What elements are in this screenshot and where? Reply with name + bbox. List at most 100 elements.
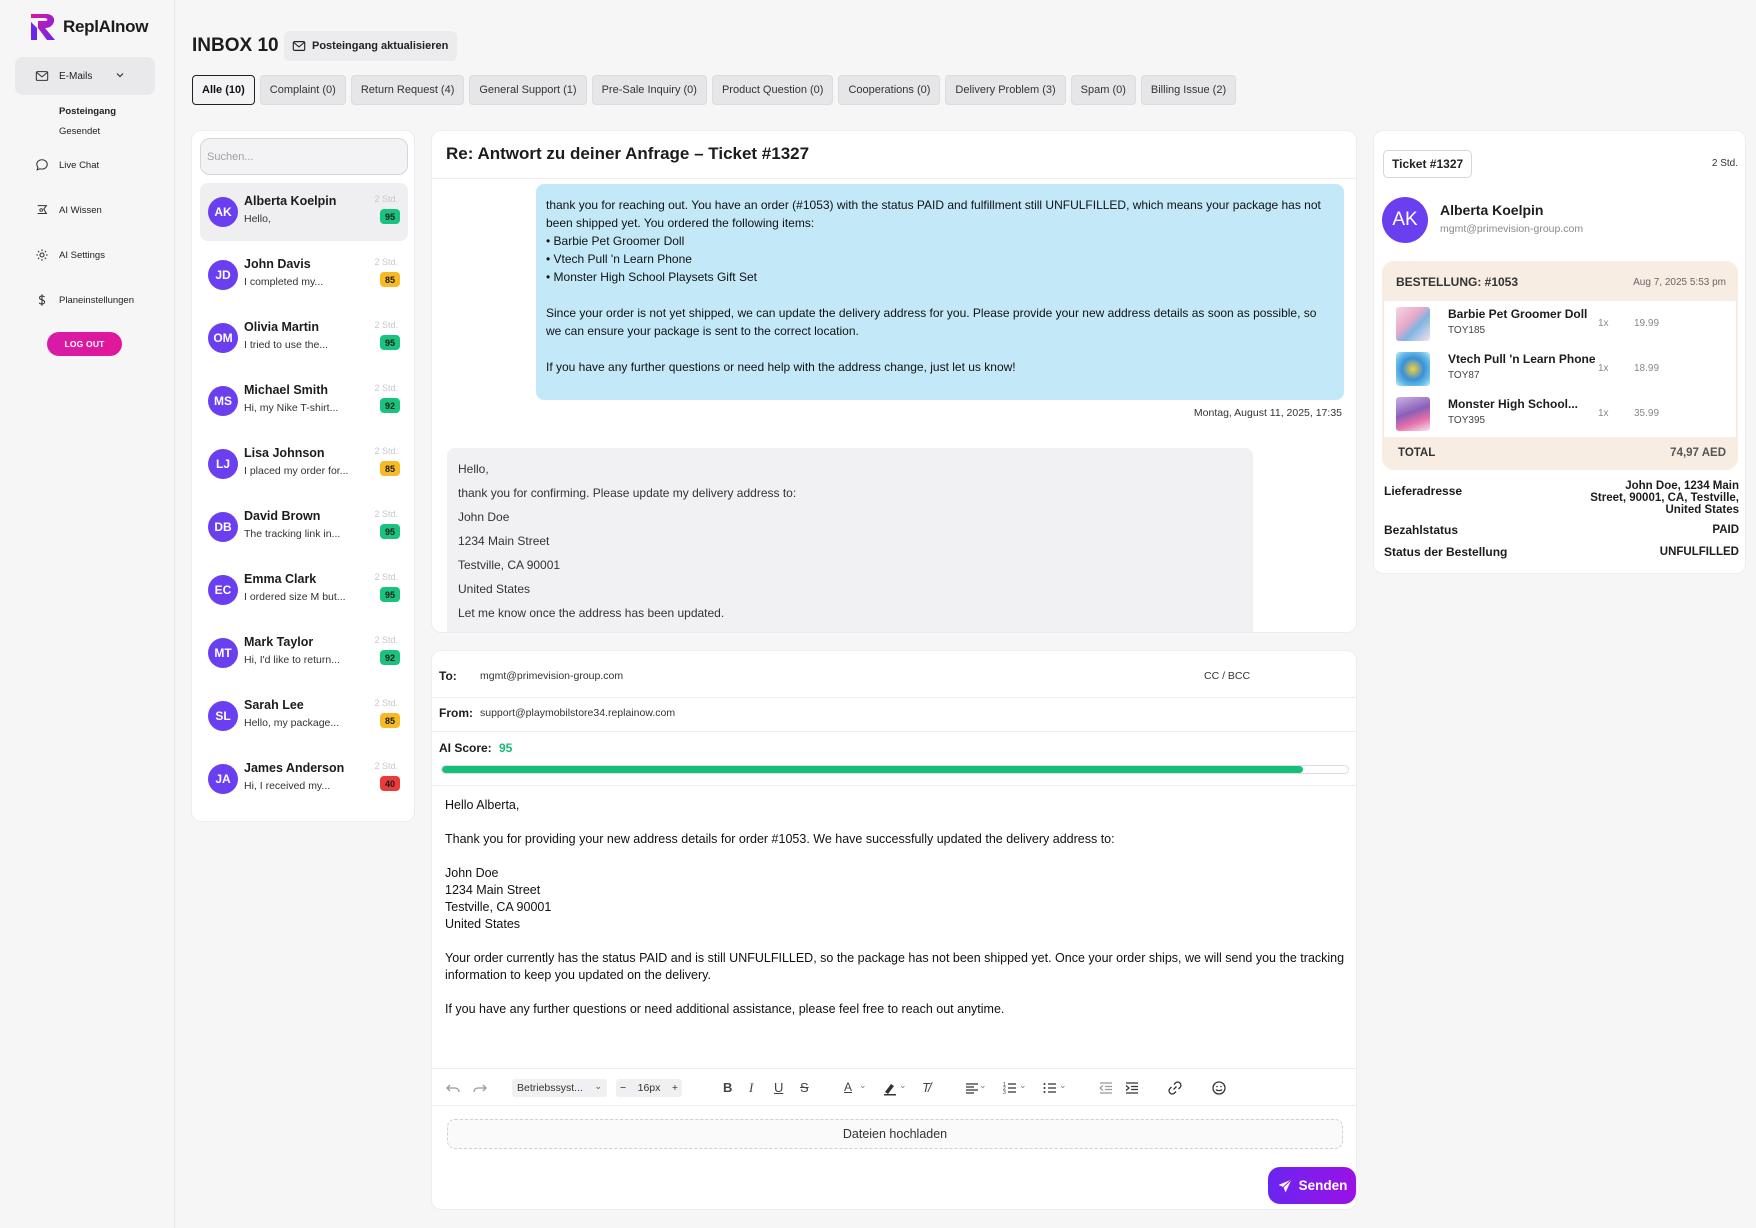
tab-cooperations[interactable]: Cooperations (0): [838, 75, 941, 105]
sidebar-item-ai-settings[interactable]: AI Settings: [35, 248, 105, 262]
product-price: 18.99: [1634, 363, 1660, 374]
send-button[interactable]: Senden: [1268, 1167, 1356, 1204]
ordered-list-icon[interactable]: 123: [1002, 1080, 1018, 1096]
product-thumbnail: [1396, 352, 1430, 386]
chevron-down-icon[interactable]: ⌄: [859, 1080, 875, 1096]
sidebar-subitem-inbox[interactable]: Posteingang: [59, 106, 116, 117]
conversation-item[interactable]: OM Olivia Martin I tried to use the... 2 St…: [200, 309, 408, 367]
product-thumbnail: [1396, 307, 1430, 341]
conversation-time: 2 Std.: [374, 698, 398, 708]
app-logo[interactable]: ReplAInow: [28, 12, 148, 42]
ai-score-fill: [442, 766, 1303, 773]
reply-composer: To: mgmt@primevision-group.com CC / BCC …: [431, 650, 1357, 1210]
to-field[interactable]: mgmt@primevision-group.com: [480, 670, 623, 682]
align-icon[interactable]: [964, 1080, 980, 1096]
sidebar-item-label: Live Chat: [59, 159, 100, 171]
conversation-name: John Davis: [244, 257, 311, 271]
tab-spam[interactable]: Spam (0): [1070, 75, 1136, 105]
conversation-item[interactable]: MS Michael Smith Hi, my Nike T-shirt... 2 S…: [200, 372, 408, 430]
redo-icon[interactable]: [472, 1080, 488, 1096]
refresh-inbox-label: Posteingang aktualisieren: [312, 40, 449, 52]
text-color-icon[interactable]: A: [844, 1080, 860, 1096]
conversation-preview: Hi, my Nike T-shirt...: [244, 402, 339, 414]
sidebar-item-live-chat[interactable]: Live Chat: [35, 158, 99, 172]
font-size-value: 16px: [637, 1082, 661, 1094]
sidebar-item-label: AI Wissen: [59, 204, 102, 216]
divider: [432, 785, 1356, 786]
message-line: • Barbie Pet Groomer Doll: [546, 234, 685, 248]
divider: [432, 731, 1356, 732]
link-icon[interactable]: [1167, 1080, 1183, 1096]
highlight-icon[interactable]: [882, 1080, 898, 1096]
tab-all[interactable]: Alle (10): [192, 75, 255, 105]
upload-files-button[interactable]: Dateien hochladen: [447, 1119, 1343, 1149]
sidebar-item-planeinstellungen[interactable]: Planeinstellungen: [35, 293, 134, 307]
conversation-item[interactable]: MT Mark Taylor Hi, I'd like to return... 2 …: [200, 624, 408, 682]
tab-general-support[interactable]: General Support (1): [469, 75, 587, 105]
sidebar-item-emails[interactable]: E-Mails: [15, 57, 155, 95]
conversation-item[interactable]: JD John Davis I completed my... 2 Std. 85: [200, 246, 408, 304]
tab-return-request[interactable]: Return Request (4): [350, 75, 465, 105]
ticket-age: 2 Std.: [1711, 158, 1738, 169]
conversation-name: Olivia Martin: [244, 320, 320, 334]
emoji-icon[interactable]: [1211, 1080, 1227, 1096]
conversation-item[interactable]: JA James Anderson Hi, I received my... 2 St…: [200, 750, 408, 808]
sidebar-item-ai-wissen[interactable]: AI Wissen: [35, 203, 102, 217]
bullet-list-icon[interactable]: [1042, 1080, 1058, 1096]
thread-panel: Re: Antwort zu deiner Anfrage – Ticket #…: [431, 130, 1357, 633]
avatar: MS: [208, 386, 238, 416]
clear-format-icon[interactable]: T̸: [922, 1080, 938, 1096]
order-total-value: 74,97 AED: [1670, 447, 1726, 459]
message-timestamp: Montag, August 11, 2025, 17:35: [1193, 407, 1342, 419]
conversation-item[interactable]: AK Alberta Koelpin Hello, 2 Std. 95: [200, 183, 408, 241]
sidebar-subitem-sent[interactable]: Gesendet: [59, 126, 100, 137]
message-line: thank you for reaching out. You have an …: [546, 198, 1321, 230]
dollar-icon: [38, 294, 46, 306]
conversation-item[interactable]: SL Sarah Lee Hello, my package... 2 Std. 85: [200, 687, 408, 745]
conversation-item[interactable]: DB David Brown The tracking link in... 2 St…: [200, 498, 408, 556]
tab-billing-issue[interactable]: Billing Issue (2): [1140, 75, 1237, 105]
search-input[interactable]: Suchen...: [200, 138, 408, 175]
indent-icon[interactable]: [1124, 1080, 1140, 1096]
product-name: Monster High School...: [1448, 397, 1579, 411]
ai-score-badge: 95: [380, 587, 400, 602]
outdent-icon[interactable]: [1098, 1080, 1114, 1096]
editor-paragraph: If you have any further questions or nee…: [445, 1002, 1005, 1016]
avatar: JD: [208, 260, 238, 290]
underline-icon[interactable]: U: [774, 1080, 790, 1096]
chevron-down-icon[interactable]: ⌄: [979, 1080, 995, 1096]
plus-icon[interactable]: +: [672, 1082, 678, 1094]
font-size-stepper[interactable]: − 16px +: [616, 1079, 682, 1097]
undo-icon[interactable]: [445, 1080, 461, 1096]
font-family-select[interactable]: Betriebssyst... ⌄: [512, 1079, 607, 1097]
cc-bcc-toggle[interactable]: CC / BCC: [1204, 670, 1250, 682]
avatar: DB: [208, 512, 238, 542]
detail-label: Lieferadresse: [1384, 484, 1463, 498]
ai-score-badge: 95: [380, 524, 400, 539]
order-status: UNFULFILLED: [1659, 546, 1739, 558]
tab-pre-sale-inquiry[interactable]: Pre-Sale Inquiry (0): [591, 75, 707, 105]
tab-product-question[interactable]: Product Question (0): [711, 75, 834, 105]
chevron-down-icon[interactable]: ⌄: [1019, 1080, 1035, 1096]
bold-icon[interactable]: B: [723, 1080, 739, 1096]
conversation-item[interactable]: LJ Lisa Johnson I placed my order for... 2 …: [200, 435, 408, 493]
ai-score-badge: 85: [380, 461, 400, 476]
knowledge-icon: [37, 205, 48, 215]
sidebar-item-label: Planeinstellungen: [59, 294, 135, 306]
reply-editor[interactable]: Hello Alberta, Thank you for providing y…: [445, 797, 1345, 1035]
conversation-name: James Anderson: [244, 761, 345, 775]
chevron-down-icon[interactable]: ⌄: [899, 1080, 915, 1096]
italic-icon[interactable]: I: [749, 1080, 765, 1096]
tab-complaint[interactable]: Complaint (0): [259, 75, 346, 105]
order-title: BESTELLUNG: #1053: [1396, 275, 1519, 289]
chevron-down-icon[interactable]: ⌄: [1059, 1080, 1075, 1096]
strikethrough-icon[interactable]: S: [800, 1080, 816, 1096]
avatar: OM: [208, 323, 238, 353]
conversation-item[interactable]: EC Emma Clark I ordered size M but... 2 Std…: [200, 561, 408, 619]
refresh-inbox-button[interactable]: Posteingang aktualisieren: [284, 31, 458, 61]
order-item: Monster High School... TOY395 1x 35.99: [1384, 391, 1736, 436]
tab-delivery-problem[interactable]: Delivery Problem (3): [945, 75, 1066, 105]
from-field[interactable]: support@playmobilstore34.replainow.com: [480, 707, 675, 719]
minus-icon[interactable]: −: [620, 1082, 626, 1094]
logout-button[interactable]: LOG OUT: [47, 332, 122, 356]
